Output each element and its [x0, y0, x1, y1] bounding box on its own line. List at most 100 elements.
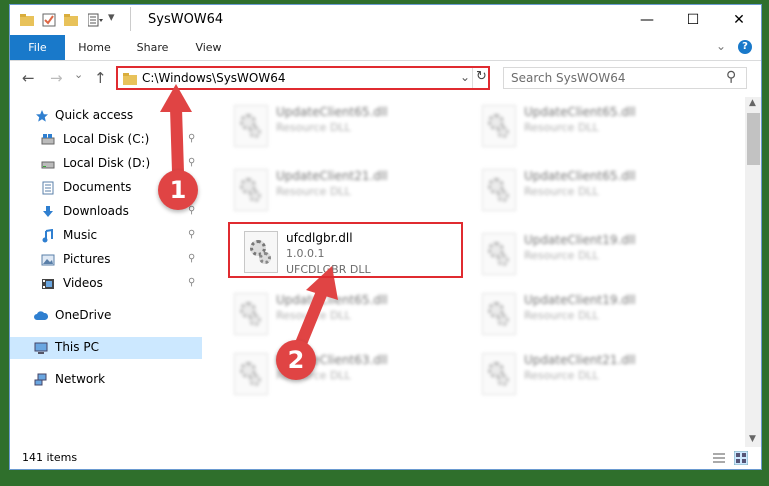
sidebar-item-this-pc[interactable]: This PC [10, 337, 202, 359]
navigation-bar: ← → ⌄ ↑ C:\Windows\SysWOW64 ⌄ ↻ Search S… [10, 61, 761, 95]
sidebar-item-quick-access[interactable]: Quick access [10, 105, 202, 127]
sidebar-item-local-disk-d[interactable]: Local Disk (D:) ⚲ [10, 153, 202, 175]
minimize-button[interactable]: — [624, 5, 670, 35]
scroll-down-icon[interactable]: ▼ [749, 434, 756, 444]
search-box[interactable]: Search SysWOW64 ⚲ [503, 67, 747, 89]
file-version: 1.0.0.1 [286, 247, 325, 260]
sidebar-item-label: Quick access [55, 108, 134, 122]
address-divider [472, 68, 473, 88]
tab-view[interactable]: View [186, 35, 231, 60]
file-item[interactable]: UpdateClient21.dll Resource DLL [476, 347, 716, 403]
sidebar-item-videos[interactable]: Videos ⚲ [10, 273, 202, 295]
file-item[interactable]: UpdateClient65.dll Resource DLL [228, 99, 468, 155]
dll-file-icon [244, 231, 278, 273]
file-description: Resource DLL [524, 369, 599, 382]
file-name: UpdateClient63.dll [276, 353, 388, 367]
pin-icon[interactable]: ⚲ [188, 277, 195, 288]
expand-ribbon-icon[interactable]: ⌄ [716, 39, 726, 53]
videos-icon [42, 279, 54, 289]
file-name: UpdateClient65.dll [276, 105, 388, 119]
file-name: UpdateClient21.dll [524, 353, 636, 367]
cloud-icon [34, 311, 48, 320]
sidebar-item-onedrive[interactable]: OneDrive [10, 305, 202, 327]
forward-button[interactable]: → [50, 69, 63, 87]
file-item[interactable]: UpdateClient65.dll Resource DLL [476, 163, 716, 219]
sidebar-item-documents[interactable]: Documents ⚲ [10, 177, 202, 199]
file-description: Resource DLL [276, 369, 351, 382]
file-item-ufcdlgbr[interactable]: ufcdlgbr.dll 1.0.0.1 UFCDLGBR DLL [238, 225, 478, 281]
maximize-button[interactable]: ☐ [670, 5, 716, 35]
sidebar-item-music[interactable]: Music ⚲ [10, 225, 202, 247]
up-button[interactable]: ↑ [94, 69, 107, 87]
pin-icon[interactable]: ⚲ [188, 253, 195, 264]
scroll-up-icon[interactable]: ▲ [749, 98, 756, 108]
pin-icon[interactable]: ⚲ [188, 133, 195, 144]
sidebar-item-label: Network [55, 372, 106, 386]
file-description: Resource DLL [524, 121, 599, 134]
sidebar-item-label: Documents [63, 180, 132, 194]
properties-icon[interactable] [42, 13, 56, 27]
downloads-icon [43, 206, 53, 217]
tab-share[interactable]: Share [130, 35, 175, 60]
search-placeholder: Search SysWOW64 [511, 71, 626, 85]
item-count: 141 items [22, 451, 78, 464]
sidebar-item-pictures[interactable]: Pictures ⚲ [10, 249, 202, 271]
folder-icon [20, 14, 34, 26]
address-dropdown-icon[interactable]: ⌄ [460, 70, 470, 84]
large-icons-view-icon[interactable] [734, 451, 748, 465]
drive-icon [41, 134, 55, 145]
file-item[interactable]: UpdateClient63.dll Resource DLL [228, 347, 468, 403]
quick-access-dropdown-icon[interactable]: ▾ [108, 10, 115, 25]
sidebar-item-downloads[interactable]: Downloads ⚲ [10, 201, 202, 223]
sidebar-item-label: Local Disk (C:) [63, 132, 150, 146]
file-description: Resource DLL [524, 309, 599, 322]
file-name: ufcdlgbr.dll [286, 231, 353, 245]
dll-file-icon [482, 353, 516, 395]
customize-toolbar-icon[interactable] [88, 13, 104, 27]
file-name: UpdateClient65.dll [276, 293, 388, 307]
documents-icon [42, 181, 54, 195]
star-icon [36, 110, 48, 122]
sidebar-item-label: Pictures [63, 252, 111, 266]
help-icon[interactable]: ? [738, 40, 752, 54]
dll-file-icon [482, 293, 516, 335]
dll-file-icon [482, 233, 516, 275]
sidebar-item-label: Local Disk (D:) [63, 156, 151, 170]
file-item[interactable]: UpdateClient65.dll Resource DLL [228, 287, 468, 343]
refresh-icon[interactable]: ↻ [476, 69, 487, 84]
close-button[interactable]: ✕ [716, 5, 761, 35]
file-item[interactable]: UpdateClient19.dll Resource DLL [476, 227, 716, 283]
sidebar-item-network[interactable]: Network [10, 369, 202, 391]
scroll-thumb[interactable] [747, 113, 760, 165]
recent-locations-button[interactable]: ⌄ [74, 68, 83, 81]
file-item[interactable]: UpdateClient19.dll Resource DLL [476, 287, 716, 343]
explorer-window: ▾ SysWOW64 — ☐ ✕ File Home Share View ⌄ … [9, 4, 762, 470]
sidebar-item-local-disk-c[interactable]: Local Disk (C:) ⚲ [10, 129, 202, 151]
back-button[interactable]: ← [22, 69, 35, 87]
pin-icon[interactable]: ⚲ [188, 157, 195, 168]
vertical-scrollbar[interactable]: ▲ ▼ [745, 97, 761, 447]
dll-file-icon [482, 169, 516, 211]
dll-file-icon [482, 105, 516, 147]
pictures-icon [41, 254, 55, 266]
file-description: Resource DLL [524, 249, 599, 262]
dll-file-icon [234, 293, 268, 335]
sidebar-item-label: OneDrive [55, 308, 112, 322]
window-title: SysWOW64 [148, 12, 224, 27]
file-description: Resource DLL [276, 121, 351, 134]
address-bar[interactable]: C:\Windows\SysWOW64 ⌄ ↻ [116, 66, 490, 90]
pin-icon[interactable]: ⚲ [188, 205, 195, 216]
new-folder-icon[interactable] [64, 13, 78, 27]
search-icon[interactable]: ⚲ [726, 69, 736, 85]
tab-home[interactable]: Home [72, 35, 117, 60]
pin-icon[interactable]: ⚲ [188, 229, 195, 240]
tab-file[interactable]: File [10, 35, 65, 60]
file-item[interactable]: UpdateClient65.dll Resource DLL [476, 99, 716, 155]
navigation-pane: Quick access Local Disk (C:) ⚲ Local Dis… [10, 97, 202, 447]
details-view-icon[interactable] [712, 452, 726, 464]
pin-icon[interactable]: ⚲ [188, 181, 195, 192]
file-item[interactable]: UpdateClient21.dll Resource DLL [228, 163, 468, 219]
sidebar-item-label: This PC [55, 340, 99, 354]
dll-file-icon [234, 105, 268, 147]
file-name: UpdateClient65.dll [524, 105, 636, 119]
